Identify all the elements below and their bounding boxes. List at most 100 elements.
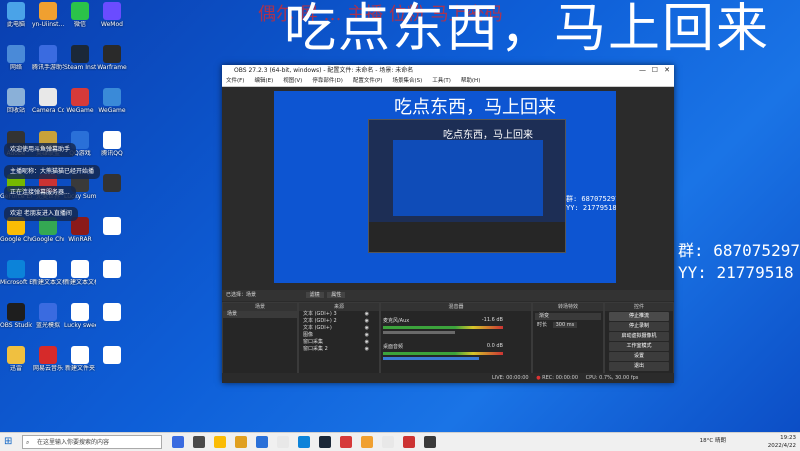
tab-filters[interactable]: 滤镜 bbox=[305, 292, 324, 298]
control-button[interactable]: 停止推流 bbox=[609, 312, 669, 321]
desktop-icon[interactable]: 微信 bbox=[64, 2, 96, 28]
taskbar-app-icon[interactable] bbox=[277, 436, 289, 448]
minimize-icon[interactable]: — bbox=[639, 65, 646, 76]
desktop-icon[interactable]: WeGame bbox=[96, 88, 128, 114]
obs-window[interactable]: OBS 27.2.3 (64-bit, windows) - 配置文件: 未命名… bbox=[222, 65, 674, 383]
obs-titlebar[interactable]: OBS 27.2.3 (64-bit, windows) - 配置文件: 未命名… bbox=[222, 65, 674, 76]
app-icon bbox=[103, 45, 121, 63]
menu-item[interactable]: 文件(F) bbox=[226, 78, 244, 84]
clock-date[interactable]: 2022/4/22 bbox=[768, 442, 796, 450]
desktop-icon[interactable] bbox=[96, 303, 128, 322]
sources-dock: 来源 文本 (GDI+) 3 ◉ 文本 (GDI+) 2 ◉ 文本 (GDI+) ◉ 图像 ◉… bbox=[298, 302, 380, 374]
toast-1[interactable]: 欢迎使用斗鱼弹幕助手 bbox=[4, 143, 77, 157]
desktop-icon[interactable]: 腾讯QQ bbox=[96, 131, 128, 157]
taskbar-app-icon[interactable] bbox=[424, 436, 436, 448]
menu-item[interactable]: 工具(T) bbox=[432, 78, 451, 84]
source-item[interactable]: 图像 ◉ bbox=[299, 332, 379, 339]
desktop-icon[interactable] bbox=[96, 217, 128, 236]
close-icon[interactable]: ✕ bbox=[664, 65, 670, 76]
desktop-icon-label: Steam Installa... bbox=[64, 64, 96, 71]
obs-preview[interactable]: 吃点东西，马上回来 群: 687075297 YY: 21779518 吃点东西… bbox=[274, 91, 616, 283]
desktop-icon[interactable]: WeGame bbox=[64, 88, 96, 114]
menu-item[interactable]: 编辑(E) bbox=[254, 78, 273, 84]
desktop-icon[interactable]: Camera Connect... bbox=[32, 88, 64, 114]
menu-item[interactable]: 帮助(H) bbox=[461, 78, 480, 84]
controls-dock: 控件 停止推流 停止录制 启动虚拟摄像机 工作室模式 设置 退出 bbox=[604, 302, 674, 374]
source-item[interactable]: 文本 (GDI+) ◉ bbox=[299, 325, 379, 332]
control-button[interactable]: 设置 bbox=[609, 352, 669, 361]
toast-2[interactable]: 主播昵称：大熊猫猫已经开始播 bbox=[4, 165, 101, 179]
menu-item[interactable]: 配置文件(P) bbox=[353, 78, 383, 84]
taskbar-search[interactable]: ⌕ 在这里输入你要搜索的内容 bbox=[22, 435, 162, 449]
taskbar-app-icon[interactable] bbox=[340, 436, 352, 448]
transition-type-select[interactable]: 渐变 bbox=[535, 313, 601, 320]
eye-icon[interactable]: ◉ bbox=[365, 325, 369, 332]
source-item[interactable]: 窗口采集 2 ◉ bbox=[299, 346, 379, 353]
tab-properties[interactable]: 属性 bbox=[327, 292, 346, 298]
control-button[interactable]: 工作室模式 bbox=[609, 342, 669, 351]
desktop-icon[interactable]: 新建文件夹 bbox=[64, 346, 96, 372]
desktop-icon[interactable]: 新建文本文档 bbox=[32, 260, 64, 286]
taskbar-app-icon[interactable] bbox=[361, 436, 373, 448]
control-button[interactable]: 启动虚拟摄像机 bbox=[609, 332, 669, 341]
taskbar-app-icon[interactable] bbox=[319, 436, 331, 448]
desktop-icon[interactable]: 此电脑 bbox=[0, 2, 32, 28]
desktop-icon-label: 蓝光模拟 bbox=[35, 322, 60, 329]
volume-slider[interactable] bbox=[383, 357, 479, 360]
control-button[interactable]: 停止录制 bbox=[609, 322, 669, 331]
desktop-icon[interactable]: yn-Uiinst... bbox=[32, 2, 64, 28]
volume-slider[interactable] bbox=[383, 331, 455, 334]
taskbar: ⊞ ⌕ 在这里输入你要搜索的内容 18°C 晴朗 19:23 2022/4/22 bbox=[0, 432, 800, 451]
desktop-icon[interactable]: Steam Installa... bbox=[64, 45, 96, 71]
duration-input[interactable]: 300 ms bbox=[552, 322, 578, 328]
desktop-icon-label: 新建文本文档 bbox=[32, 279, 64, 286]
toast-3[interactable]: 正在连接弹幕服务器... bbox=[4, 186, 76, 200]
source-item[interactable]: 文本 (GDI+) 3 ◉ bbox=[299, 311, 379, 318]
desktop-icon[interactable]: 新建文本文档 bbox=[64, 260, 96, 286]
eye-icon[interactable]: ◉ bbox=[365, 346, 369, 353]
source-item[interactable]: 文本 (GDI+) 2 ◉ bbox=[299, 318, 379, 325]
desktop-icon-label: 迅雷 bbox=[9, 365, 22, 372]
taskbar-app-icon[interactable] bbox=[256, 436, 268, 448]
toast-4[interactable]: 欢迎 老朋友进入直播间 bbox=[4, 207, 78, 221]
desktop-icon[interactable] bbox=[96, 174, 128, 193]
clock-time[interactable]: 19:23 bbox=[768, 434, 796, 442]
desktop-icon[interactable] bbox=[96, 346, 128, 365]
control-button[interactable]: 退出 bbox=[609, 362, 669, 371]
desktop-icon[interactable]: 迅雷 bbox=[0, 346, 32, 372]
brb-title: 吃点东西，马上回来 bbox=[284, 0, 771, 59]
eye-icon[interactable]: ◉ bbox=[365, 339, 369, 346]
desktop-icon[interactable]: 网易云音乐 bbox=[32, 346, 64, 372]
desktop-icon[interactable]: 蓝光模拟 bbox=[32, 303, 64, 329]
desktop-icon[interactable] bbox=[96, 260, 128, 279]
desktop-icon[interactable]: Lucky sweet bbox=[64, 303, 96, 329]
desktop-icon[interactable]: Microsoft Edge bbox=[0, 260, 32, 286]
desktop-icon[interactable]: Warframe bbox=[96, 45, 128, 71]
taskbar-app-icon[interactable] bbox=[382, 436, 394, 448]
maximize-icon[interactable]: ☐ bbox=[652, 65, 658, 76]
start-windows-icon[interactable]: ⊞ bbox=[4, 436, 16, 448]
desktop-icon[interactable]: 网络 bbox=[0, 45, 32, 71]
taskbar-app-icon[interactable] bbox=[193, 436, 205, 448]
desktop-icon[interactable]: WeMod bbox=[96, 2, 128, 28]
eye-icon[interactable]: ◉ bbox=[365, 318, 369, 325]
taskbar-app-icon[interactable] bbox=[298, 436, 310, 448]
app-icon bbox=[103, 260, 121, 278]
weather-text[interactable]: 18°C 晴朗 bbox=[700, 437, 726, 445]
taskbar-app-icon[interactable] bbox=[235, 436, 247, 448]
eye-icon[interactable]: ◉ bbox=[365, 311, 369, 318]
transition-duration: 时长 300 ms bbox=[533, 322, 603, 329]
eye-icon[interactable]: ◉ bbox=[365, 332, 369, 339]
sources-list: 文本 (GDI+) 3 ◉ 文本 (GDI+) 2 ◉ 文本 (GDI+) ◉ 图像 ◉ 窗口采… bbox=[299, 311, 379, 353]
desktop-icon[interactable]: 回收站 bbox=[0, 88, 32, 114]
desktop-icon[interactable]: OBS Studio bbox=[0, 303, 32, 329]
taskbar-app-icon[interactable] bbox=[403, 436, 415, 448]
taskbar-app-icon[interactable] bbox=[172, 436, 184, 448]
source-item[interactable]: 窗口采集 ◉ bbox=[299, 339, 379, 346]
menu-item[interactable]: 停靠部件(D) bbox=[312, 78, 343, 84]
desktop-icon[interactable]: 腾讯手游助手 bbox=[32, 45, 64, 71]
menu-item[interactable]: 场景集合(S) bbox=[392, 78, 422, 84]
scene-item[interactable]: 场景 bbox=[223, 311, 297, 318]
taskbar-app-icon[interactable] bbox=[214, 436, 226, 448]
menu-item[interactable]: 视图(V) bbox=[283, 78, 302, 84]
